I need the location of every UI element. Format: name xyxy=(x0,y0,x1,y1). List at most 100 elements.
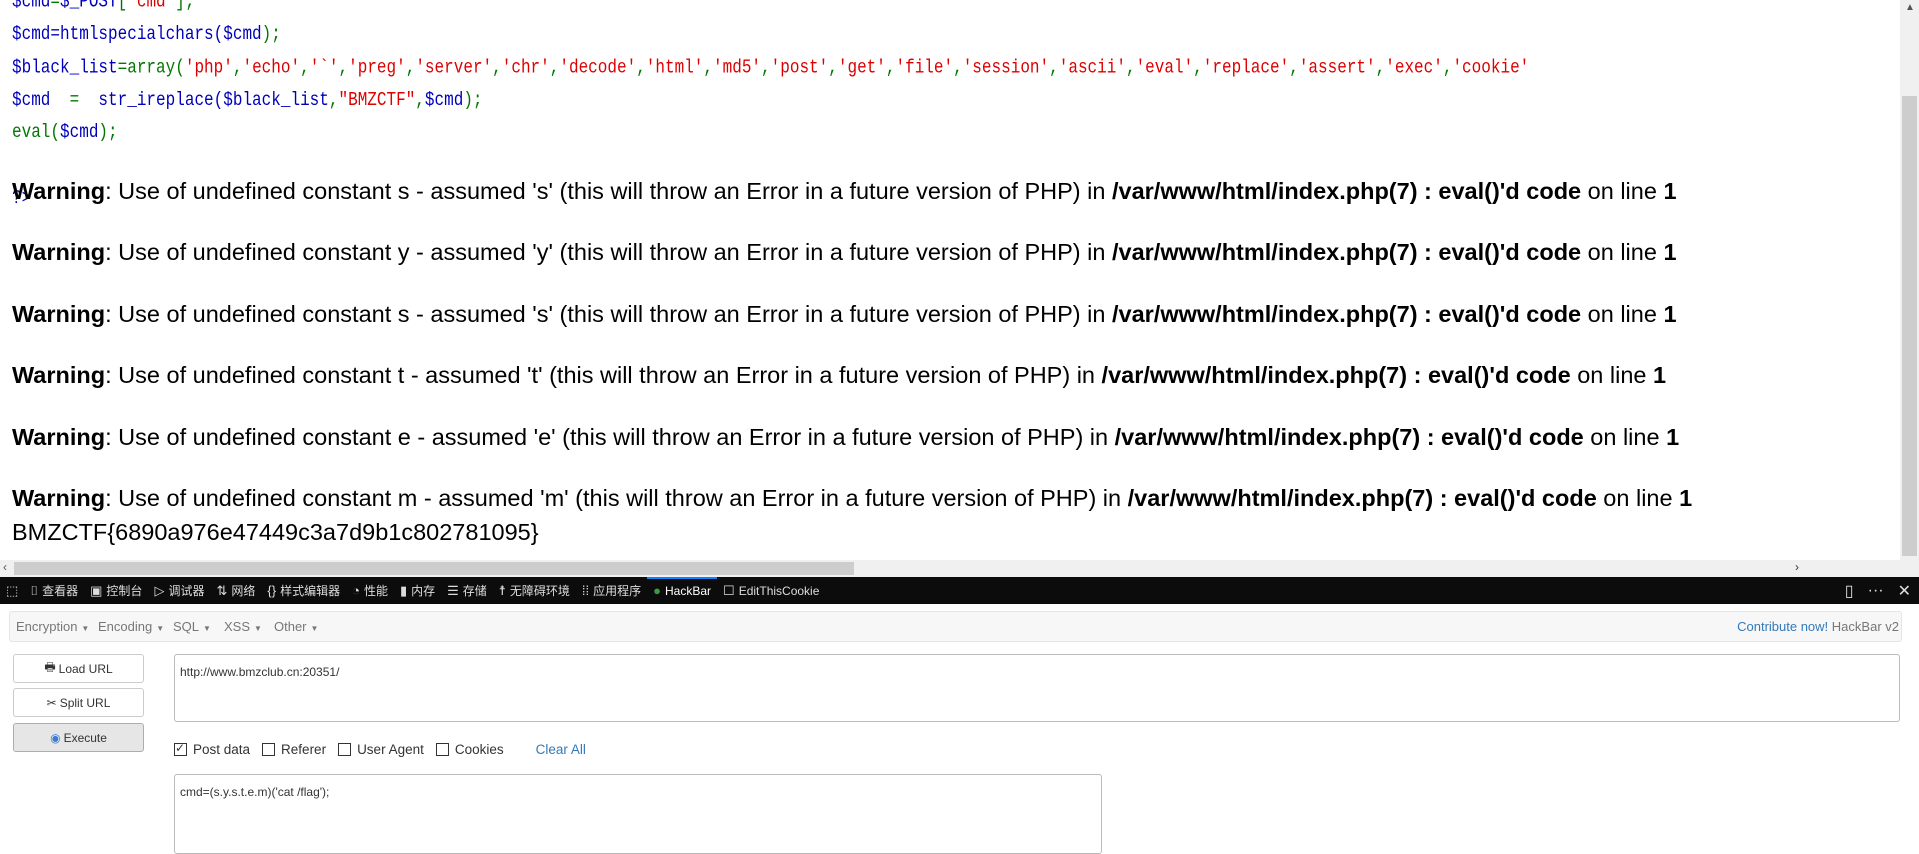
code-token: ]; xyxy=(175,0,195,13)
devtools-tab-label: 样式编辑器 xyxy=(280,584,341,598)
code-token: , xyxy=(1193,56,1203,78)
checkbox[interactable] xyxy=(262,743,276,756)
debugger-icon: ▷ xyxy=(154,582,165,598)
option-referer[interactable]: Referer xyxy=(262,742,326,757)
warning-text: : Use of undefined constant s - assumed … xyxy=(105,178,1112,204)
code-token: 'preg' xyxy=(348,56,406,78)
performance-icon: ◔ xyxy=(352,583,360,598)
vertical-scrollbar[interactable]: ▲ xyxy=(1900,0,1919,560)
clear-all-link[interactable]: Clear All xyxy=(536,742,586,757)
devtools-tab[interactable]: {} 样式编辑器 xyxy=(261,577,346,604)
devtools-tab[interactable]: ☰ 存储 xyxy=(441,577,493,604)
warning-message: Warning: Use of undefined constant y - a… xyxy=(12,237,1692,298)
devtools-tab[interactable]: ⁞⁞ 应用程序 xyxy=(576,577,647,604)
devtools-tab-label: 控制台 xyxy=(106,584,143,598)
code-token: 'php' xyxy=(184,56,233,78)
hackbar-menu-encoding[interactable]: Encoding ▼ xyxy=(98,619,164,634)
page-content: $cmd=$_POST['cmd']; $cmd=htmlspecialchars… xyxy=(0,0,1900,560)
code-token: 'session' xyxy=(962,56,1050,78)
hackbar-menubar: Contribute now! HackBar v2 Encryption ▼ En… xyxy=(9,611,1902,642)
contribute-now-link[interactable]: Contribute now! xyxy=(1737,619,1828,634)
load-url-button[interactable]: 🖶 Load URL xyxy=(13,654,144,683)
split-url-button[interactable]: ✂ Split URL xyxy=(13,688,144,717)
flag-output: BMZCTF{6890a976e47449c3a7d9b1c802781095} xyxy=(12,519,539,545)
request-options: Post data Referer User Agent Cookies Clear A… xyxy=(174,741,586,757)
menu-label: SQL xyxy=(173,619,200,634)
code-token: 'replace' xyxy=(1202,56,1290,78)
responsive-mode-icon[interactable]: ▯ xyxy=(1845,581,1854,601)
code-token: , xyxy=(1289,56,1299,78)
option-post-data[interactable]: Post data xyxy=(174,741,250,757)
devtools-tab-label: 调试器 xyxy=(168,584,205,598)
option-user-agent[interactable]: User Agent xyxy=(338,742,424,757)
devtools-tab[interactable]: ⇅ 网络 xyxy=(210,577,261,604)
code-token: 'post' xyxy=(770,56,829,78)
post-data-textarea[interactable]: cmd=(s.y.s.t.e.m)('cat /flag'); xyxy=(174,774,1102,854)
devtools-tab-label: 无障碍环境 xyxy=(509,584,570,598)
code-line: $cmd = str_ireplace($black_list,"BMZCTF"… xyxy=(12,84,1529,117)
scroll-up-icon[interactable]: ▲ xyxy=(1905,2,1915,13)
hackbar-menu-other[interactable]: Other ▼ xyxy=(274,619,318,634)
warning-message: Warning: Use of undefined constant s - a… xyxy=(12,299,1692,360)
contribute-link[interactable]: Contribute now! HackBar v2 xyxy=(1737,619,1899,634)
warning-file: /var/www/html/index.php(7) : eval()'d co… xyxy=(1111,178,1582,204)
accessibility-icon: ☨ xyxy=(498,582,506,598)
pick-element-icon: ⬚ xyxy=(6,582,19,598)
caret-down-icon: ▼ xyxy=(203,624,211,633)
memory-icon: ▮ xyxy=(399,582,408,598)
close-icon[interactable]: ✕ xyxy=(1898,581,1911,601)
devtools-toolbar: ⬚ ⌷ 查看器 ▣ 控制台 ▷ 调试器 ⇅ 网络{} 样式编辑器 ◔ 性能 ▮ 内存 ☰ 存储 ☨ 无障碍环境 ⁞… xyxy=(0,577,1919,604)
warning-list: Warning : Use of undefined constant s - a… xyxy=(12,176,1692,544)
devtools-tab-hackbar[interactable]: ● HackBar xyxy=(647,577,717,604)
warning-online: on line xyxy=(1596,484,1680,511)
hackbar-menu-xss[interactable]: XSS ▼ xyxy=(224,619,262,634)
code-token: , xyxy=(1375,56,1386,78)
code-token: , xyxy=(415,89,425,111)
code-token: , xyxy=(828,56,838,78)
warning-text: : Use of undefined constant e - assumed … xyxy=(105,423,1115,450)
network-icon: ⇅ xyxy=(216,582,228,598)
devtools-tab[interactable]: ☨ 无障碍环境 xyxy=(493,577,576,604)
devtools-controls: ▯ ··· ✕ xyxy=(1845,577,1911,604)
hackbar-version: HackBar v2 xyxy=(1831,619,1899,634)
url-textarea[interactable]: http://www.bmzclub.cn:20351/ xyxy=(174,654,1900,722)
hackbar-panel: Contribute now! HackBar v2 Encryption ▼ En… xyxy=(0,604,1919,854)
hackbar-menu-encryption[interactable]: Encryption ▼ xyxy=(16,619,89,634)
devtools-tab[interactable]: ▮ 内存 xyxy=(394,577,441,604)
element-picker-button[interactable]: ⬚ xyxy=(0,577,24,604)
code-token: , xyxy=(1125,56,1136,78)
hackbar-menu-sql[interactable]: SQL ▼ xyxy=(173,619,211,634)
checkbox[interactable] xyxy=(338,743,352,756)
checkbox[interactable] xyxy=(174,741,187,756)
code-token: 'echo' xyxy=(242,56,301,78)
option-label: Referer xyxy=(281,742,327,757)
scroll-right-icon[interactable]: › xyxy=(1795,560,1799,574)
warning-label: Warning xyxy=(12,423,106,450)
code-token: 'chr' xyxy=(501,56,550,78)
menu-label: Encoding xyxy=(98,619,153,634)
more-options-icon[interactable]: ··· xyxy=(1868,582,1884,600)
checkbox[interactable] xyxy=(435,743,449,756)
scroll-left-icon[interactable]: ‹ xyxy=(3,560,7,574)
horizontal-scrollbar[interactable]: ‹ › xyxy=(0,560,1919,577)
devtools-tab[interactable]: ◔ 性能 xyxy=(346,577,394,604)
code-token: $cmd xyxy=(12,0,51,13)
option-label: Cookies xyxy=(454,742,504,757)
devtools-tab-label: 内存 xyxy=(411,584,436,598)
code-token: $cmd xyxy=(424,89,464,111)
devtools-tab[interactable]: ▷ 调试器 xyxy=(148,577,210,604)
option-cookies[interactable]: Cookies xyxy=(435,742,504,757)
devtools-tab[interactable]: ▣ 控制台 xyxy=(84,577,148,604)
devtools-tab-editthiscookie[interactable]: ☐ EditThisCookie xyxy=(717,577,825,604)
code-token: $_POST xyxy=(60,0,118,13)
warning-line-number: 1 xyxy=(1679,484,1693,511)
horizontal-scroll-thumb[interactable] xyxy=(14,562,854,575)
inspector-icon: ⌷ xyxy=(30,582,39,598)
warning-label: Warning xyxy=(12,484,106,511)
devtools-tab[interactable]: ⌷ 查看器 xyxy=(24,577,84,604)
execute-button[interactable]: ◉ Execute xyxy=(13,723,144,752)
warning-online: on line xyxy=(1583,423,1667,450)
code-token: $cmd xyxy=(12,23,51,46)
code-token: ); xyxy=(261,23,281,46)
vertical-scroll-thumb[interactable] xyxy=(1902,96,1917,556)
